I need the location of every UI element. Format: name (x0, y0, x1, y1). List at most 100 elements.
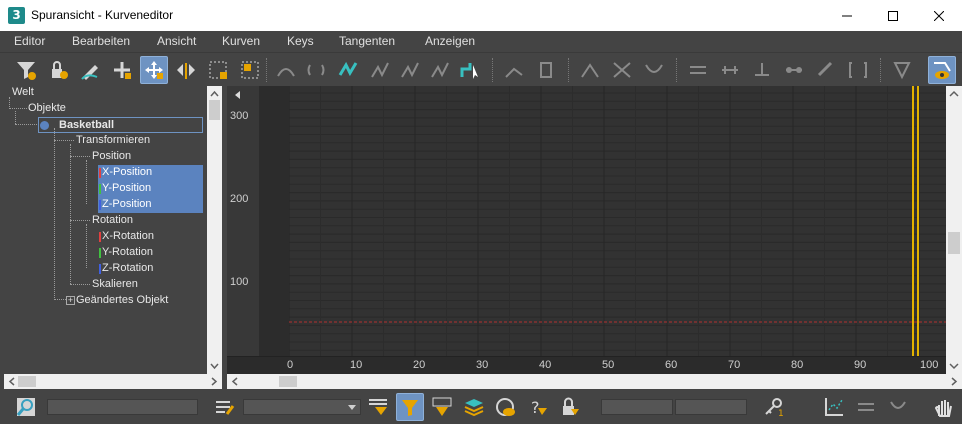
edit-name-button[interactable] (210, 393, 238, 421)
filter-button[interactable] (12, 56, 40, 84)
menu-keys[interactable]: Keys (287, 34, 314, 48)
lock-tangents-button[interactable] (576, 56, 604, 84)
key-info-button[interactable]: 1 (760, 393, 788, 421)
zoom-extents-button[interactable] (888, 56, 916, 84)
show-keyable-button[interactable] (812, 56, 840, 84)
tree-item-welt[interactable]: Welt (12, 86, 34, 101)
filter-hidden-button[interactable]: ? (524, 393, 552, 421)
soft-select-button[interactable] (272, 56, 300, 84)
tree-horizontal-scrollbar[interactable] (4, 374, 222, 389)
tangent-slow-button[interactable] (426, 56, 454, 84)
menu-kurven[interactable]: Kurven (222, 34, 260, 48)
unify-tangent-button[interactable] (532, 56, 560, 84)
scroll-thumb[interactable] (18, 376, 36, 387)
tree-vertical-scrollbar[interactable] (207, 86, 222, 374)
tree-connector (70, 156, 90, 157)
expand-icon[interactable]: + (66, 296, 75, 305)
scroll-thumb[interactable] (948, 232, 960, 254)
add-key-button[interactable] (108, 56, 136, 84)
tree-item-geaendertes-objekt[interactable]: + Geändertes Objekt (66, 293, 168, 309)
tangent-fast-button[interactable] (396, 56, 424, 84)
scroll-down-icon[interactable] (946, 360, 962, 372)
filter-layers-button[interactable] (460, 393, 488, 421)
tree-item-z-position[interactable]: Z-Position (98, 197, 203, 213)
lock-filter-button[interactable] (556, 393, 584, 421)
loop-button[interactable] (302, 56, 330, 84)
view-toggle-icon (934, 62, 951, 79)
tree-item-z-rotation[interactable]: Z-Rotation (98, 261, 153, 277)
frame-all-button[interactable] (820, 393, 848, 421)
multiplier-curve-button[interactable] (684, 56, 712, 84)
show-tangents-button[interactable] (608, 56, 636, 84)
bottom-toolbar: ? 1 (0, 389, 962, 424)
filter-visible-button[interactable] (492, 393, 520, 421)
tree-item-position[interactable]: Position (92, 149, 131, 165)
tree-item-x-rotation[interactable]: X-Rotation (98, 229, 154, 245)
close-button[interactable] (916, 0, 962, 31)
scroll-down-icon[interactable] (207, 360, 222, 372)
retime-button[interactable] (716, 56, 744, 84)
frame-input[interactable] (601, 399, 673, 415)
move-keys-button[interactable] (140, 56, 168, 84)
tree-item-y-rotation[interactable]: Y-Rotation (98, 245, 153, 261)
scroll-right-icon[interactable] (948, 374, 960, 389)
zoom-selected-button[interactable] (12, 393, 40, 421)
scroll-up-icon[interactable] (946, 88, 962, 100)
y-tick-label: 200 (230, 193, 249, 205)
menu-tangenten[interactable]: Tangenten (339, 34, 395, 48)
y-axis-color-icon (99, 184, 101, 194)
minimize-button[interactable] (824, 0, 870, 31)
filter-animated-button[interactable] (396, 393, 424, 421)
tree-item-rotation[interactable]: Rotation (92, 213, 133, 229)
scroll-left-icon[interactable] (229, 374, 241, 389)
tangent-spline-button[interactable] (366, 56, 394, 84)
scroll-thumb[interactable] (209, 100, 220, 120)
menu-ansicht[interactable]: Ansicht (157, 34, 196, 48)
maximize-button[interactable] (870, 0, 916, 31)
graph-horizontal-scrollbar[interactable] (227, 374, 962, 389)
tree-item-x-position[interactable]: X-Position (98, 165, 203, 181)
collapse-arrow-icon[interactable] (233, 90, 243, 100)
graph-vertical-scrollbar[interactable] (946, 86, 962, 374)
snap-frames-button[interactable] (780, 56, 808, 84)
curve-graph[interactable]: 300 200 100 0 10 20 30 40 50 60 70 80 90… (227, 86, 962, 374)
value-input[interactable] (675, 399, 747, 415)
lock-selection-button[interactable] (44, 56, 72, 84)
selection-dropdown[interactable] (243, 399, 361, 415)
tangent-auto-button[interactable] (334, 56, 362, 84)
filter-keys-button[interactable] (428, 393, 456, 421)
show-tangents-icon (613, 62, 631, 78)
scale-keys-button[interactable] (204, 56, 232, 84)
tree-item-basketball[interactable]: Basketball (38, 117, 203, 133)
lock-tangents-icon (581, 63, 599, 78)
scroll-left-icon[interactable] (6, 374, 18, 389)
pan-button[interactable] (930, 393, 958, 421)
tree-item-transformieren[interactable]: Transformieren (76, 133, 150, 149)
menu-anzeigen[interactable]: Anzeigen (425, 34, 475, 48)
scale-values-button[interactable] (236, 56, 264, 84)
view-toggle-button[interactable] (928, 56, 956, 84)
time-ruler[interactable]: 0 10 20 30 40 50 60 70 80 90 100 (227, 356, 946, 374)
break-tangent-button[interactable] (500, 56, 528, 84)
scroll-right-icon[interactable] (208, 374, 220, 389)
filter-selected-button[interactable] (364, 393, 392, 421)
draw-curve-button[interactable] (76, 56, 104, 84)
tree-item-skalieren[interactable]: Skalieren (92, 277, 138, 293)
menu-bearbeiten[interactable]: Bearbeiten (72, 34, 130, 48)
name-search-input[interactable] (47, 399, 198, 415)
zoom-extents-icon (893, 62, 911, 80)
ease-curve-button[interactable] (640, 56, 668, 84)
menu-editor[interactable]: Editor (14, 34, 45, 48)
region-tool-button[interactable] (748, 56, 776, 84)
tree-item-objekte[interactable]: Objekte (28, 101, 66, 117)
zoom-value-button[interactable] (884, 393, 912, 421)
tree-item-y-position[interactable]: Y-Position (98, 181, 203, 197)
curve-canvas[interactable] (259, 86, 946, 356)
tree-connector (15, 111, 16, 124)
key-stats-button[interactable] (844, 56, 872, 84)
tangent-step-button[interactable] (456, 56, 484, 84)
scroll-thumb[interactable] (279, 376, 297, 387)
scroll-up-icon[interactable] (207, 88, 222, 100)
zoom-time-button[interactable] (852, 393, 880, 421)
slide-keys-button[interactable] (172, 56, 200, 84)
